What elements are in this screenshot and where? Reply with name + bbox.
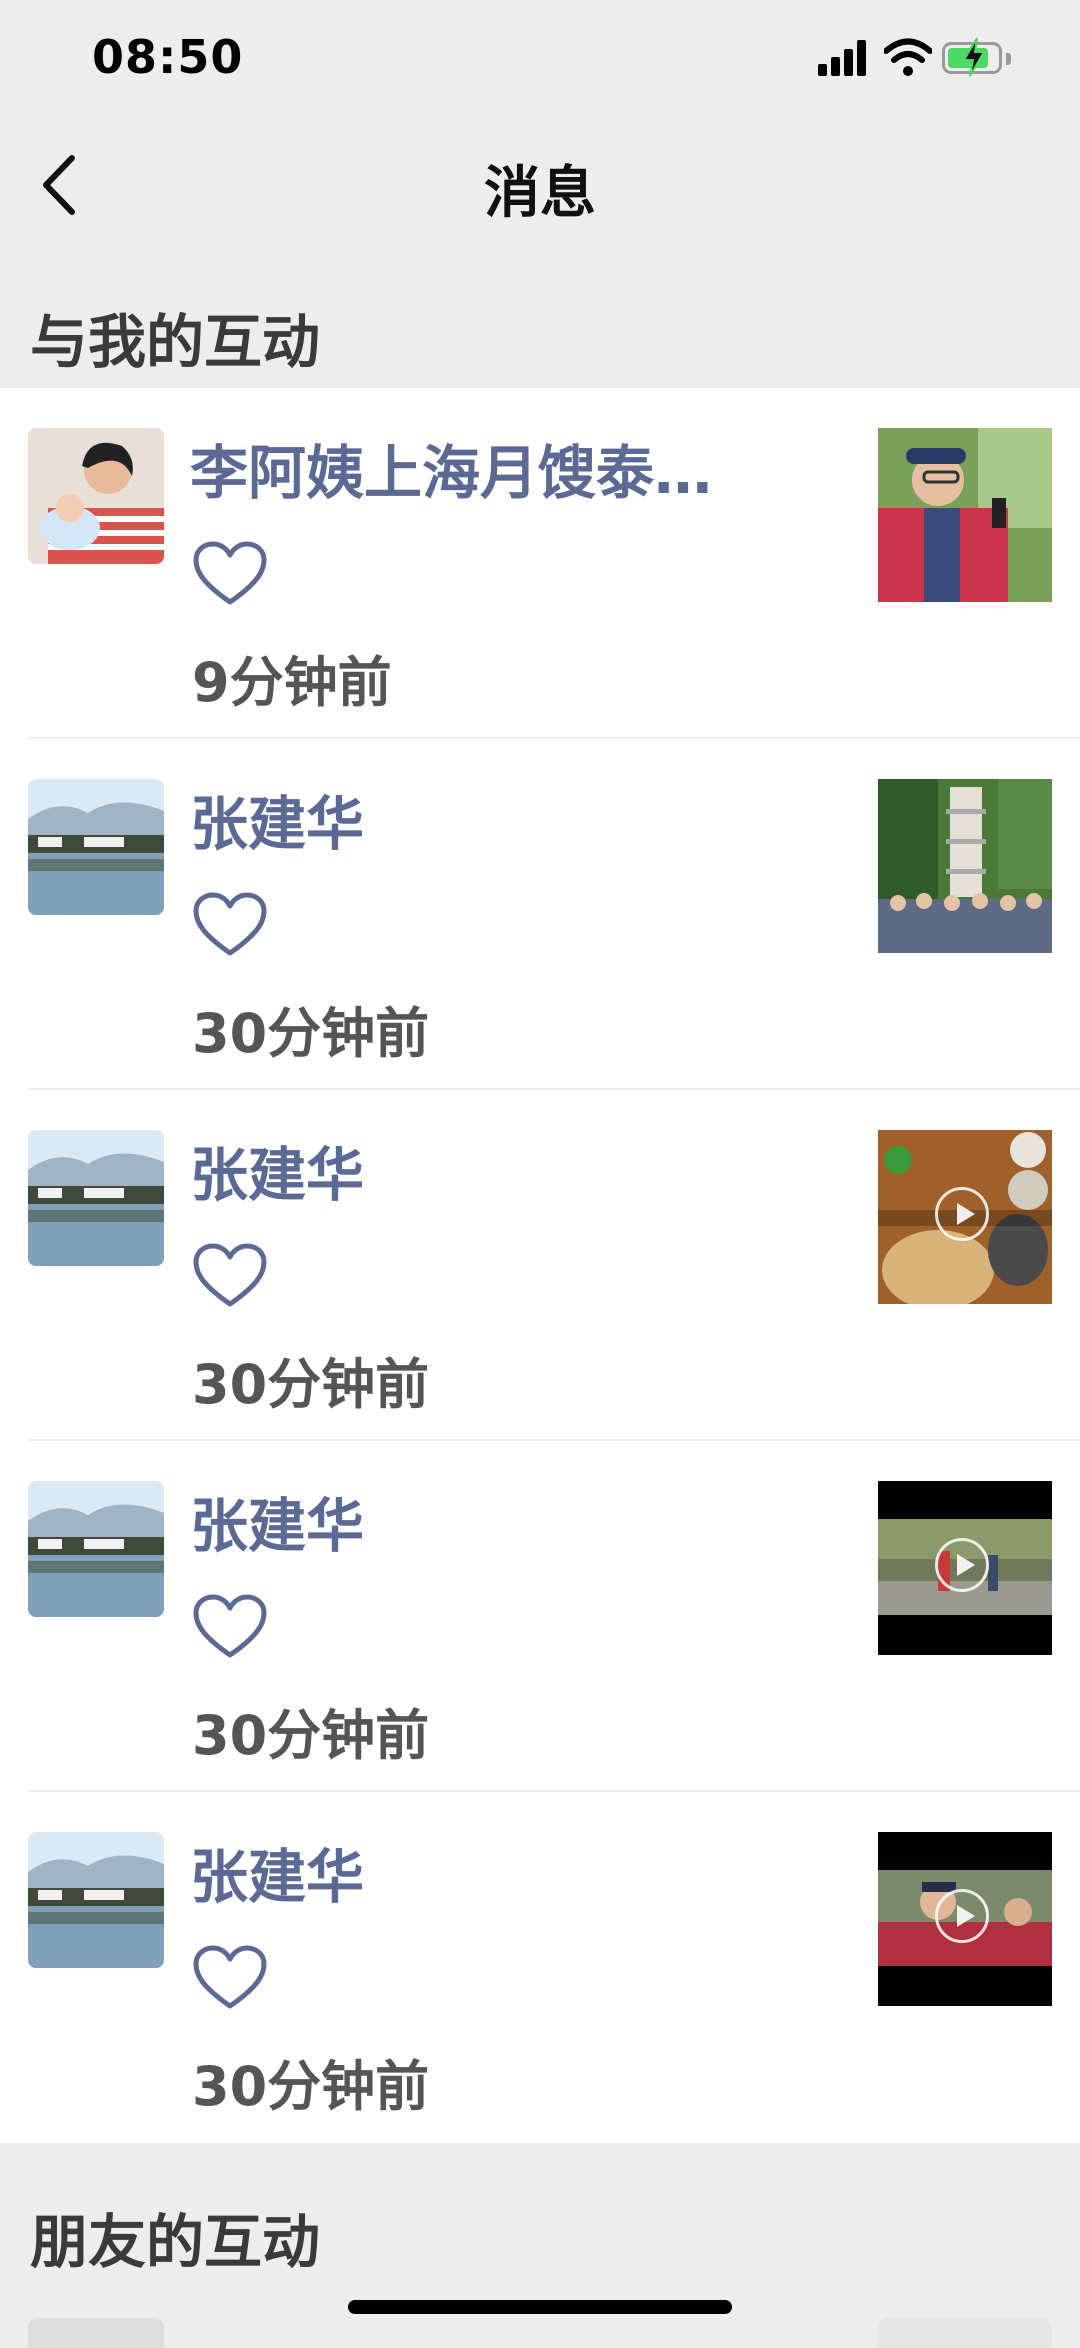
heart-icon — [193, 892, 267, 956]
video-thumbnail[interactable] — [878, 1130, 1052, 1304]
wifi-icon — [884, 38, 932, 76]
timestamp: 30分钟前 — [192, 1704, 430, 1767]
user-name[interactable]: 张建华 — [190, 1128, 364, 1212]
avatar[interactable] — [28, 1130, 164, 1266]
signal-icon — [818, 40, 870, 76]
video-thumbnail[interactable] — [878, 1481, 1052, 1655]
heart-icon — [193, 1945, 267, 2009]
play-icon — [935, 1187, 989, 1241]
interaction-list: 李阿姨上海月馊泰… 9分钟前 张建华 30分钟前 张建华 30分钟前 张建华 3… — [0, 388, 1080, 2143]
interaction-row[interactable]: 张建华 30分钟前 — [0, 1441, 1080, 1792]
next-row-thumbnail-peek — [878, 2318, 1052, 2348]
interaction-row[interactable]: 张建华 30分钟前 — [0, 1090, 1080, 1441]
heart-icon — [193, 1594, 267, 1658]
video-thumbnail[interactable] — [878, 1832, 1052, 2006]
play-icon — [935, 1538, 989, 1592]
timestamp: 30分钟前 — [192, 1353, 430, 1416]
timestamp: 9分钟前 — [192, 651, 392, 714]
section-header-my-interactions: 与我的互动 — [30, 308, 321, 376]
status-bar: 08:50 — [0, 0, 1080, 120]
user-name[interactable]: 张建华 — [190, 777, 364, 861]
section-header-friends-interactions: 朋友的互动 — [30, 2208, 321, 2276]
charging-bolt-icon — [962, 37, 986, 77]
user-name[interactable]: 张建华 — [190, 1830, 364, 1914]
timestamp: 30分钟前 — [192, 1002, 430, 1065]
page-title: 消息 — [484, 161, 596, 226]
status-time: 08:50 — [92, 30, 244, 84]
user-name[interactable]: 张建华 — [190, 1479, 364, 1563]
interaction-row[interactable]: 李阿姨上海月馊泰… 9分钟前 — [0, 388, 1080, 739]
heart-icon — [193, 541, 267, 605]
post-thumbnail[interactable] — [878, 428, 1052, 602]
avatar[interactable] — [28, 428, 164, 564]
post-thumbnail[interactable] — [878, 779, 1052, 953]
next-row-avatar-peek — [28, 2318, 164, 2348]
avatar[interactable] — [28, 1481, 164, 1617]
battery-cap — [1006, 53, 1011, 65]
heart-icon — [193, 1243, 267, 1307]
play-icon — [935, 1889, 989, 1943]
home-indicator[interactable] — [348, 2300, 732, 2314]
user-name[interactable]: 李阿姨上海月馊泰… — [190, 426, 712, 510]
interaction-row[interactable]: 张建华 30分钟前 — [0, 739, 1080, 1090]
avatar[interactable] — [28, 1832, 164, 1968]
interaction-row[interactable]: 张建华 30分钟前 — [0, 1792, 1080, 2143]
timestamp: 30分钟前 — [192, 2055, 430, 2118]
avatar[interactable] — [28, 779, 164, 915]
nav-bar: 消息 — [0, 120, 1080, 250]
